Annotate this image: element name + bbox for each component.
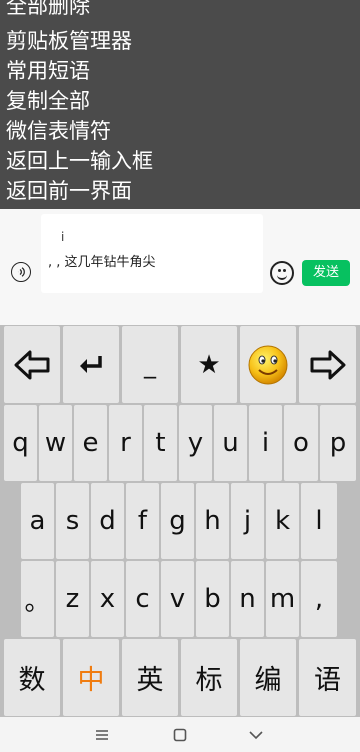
menu-icon[interactable] — [82, 717, 122, 752]
key-s[interactable]: s — [56, 483, 89, 559]
mode-key-punctuation[interactable]: 标 — [181, 639, 237, 716]
menu-item-clipboard-manager[interactable]: 剪贴板管理器 — [6, 26, 132, 56]
key-w[interactable]: w — [39, 405, 72, 481]
key-n[interactable]: n — [231, 561, 264, 637]
menu-item-return-previous-input[interactable]: 返回上一输入框 — [6, 146, 153, 176]
key-g[interactable]: g — [161, 483, 194, 559]
key-h[interactable]: h — [196, 483, 229, 559]
message-input[interactable]: i , , 这几年钻牛角尖 — [41, 214, 263, 293]
key-period[interactable]: 。 — [21, 561, 54, 637]
keyboard: _ ★ q w e r t y u i o p a s d f g h j k … — [0, 325, 360, 717]
key-e[interactable]: e — [74, 405, 107, 481]
menu-item-copy-all[interactable]: 复制全部 — [6, 86, 90, 116]
key-k[interactable]: k — [266, 483, 299, 559]
system-navigation-bar — [0, 717, 360, 752]
left-arrow-icon[interactable] — [4, 326, 60, 403]
input-text-line1: i — [61, 230, 65, 244]
enter-icon[interactable] — [63, 326, 119, 403]
mode-key-chinese[interactable]: 中 — [63, 639, 119, 716]
key-d[interactable]: d — [91, 483, 124, 559]
send-button[interactable]: 发送 — [302, 260, 350, 286]
key-p[interactable]: p — [320, 405, 356, 481]
key-x[interactable]: x — [91, 561, 124, 637]
key-j[interactable]: j — [231, 483, 264, 559]
underscore-key[interactable]: _ — [122, 326, 178, 403]
key-q[interactable]: q — [4, 405, 37, 481]
key-comma[interactable]: , — [301, 561, 337, 637]
back-icon[interactable] — [236, 717, 276, 752]
emoji-icon[interactable] — [270, 261, 294, 285]
key-l[interactable]: l — [301, 483, 337, 559]
right-arrow-icon[interactable] — [299, 326, 356, 403]
context-menu: 全部删除 剪贴板管理器 常用短语 复制全部 微信表情符 返回上一输入框 返回前一… — [0, 0, 360, 209]
key-o[interactable]: o — [284, 405, 318, 481]
menu-item-delete-all[interactable]: 全部删除 — [6, 0, 90, 21]
underscore-key-label: _ — [144, 350, 156, 379]
mode-key-edit[interactable]: 编 — [240, 639, 296, 716]
star-key-label: ★ — [197, 349, 221, 380]
key-m[interactable]: m — [266, 561, 299, 637]
key-t[interactable]: t — [144, 405, 177, 481]
mode-key-english[interactable]: 英 — [122, 639, 178, 716]
home-icon[interactable] — [160, 717, 200, 752]
key-i[interactable]: i — [249, 405, 282, 481]
menu-item-return-previous-screen[interactable]: 返回前一界面 — [6, 176, 132, 206]
key-y[interactable]: y — [179, 405, 212, 481]
menu-item-wechat-emoji[interactable]: 微信表情符 — [6, 116, 111, 146]
input-text-line2: , , 这几年钻牛角尖 — [48, 255, 156, 270]
voice-input-icon[interactable] — [11, 262, 31, 282]
key-a[interactable]: a — [21, 483, 54, 559]
key-v[interactable]: v — [161, 561, 194, 637]
mode-key-numbers[interactable]: 数 — [4, 639, 60, 716]
key-u[interactable]: u — [214, 405, 247, 481]
key-b[interactable]: b — [196, 561, 229, 637]
key-f[interactable]: f — [126, 483, 159, 559]
star-key[interactable]: ★ — [181, 326, 237, 403]
key-r[interactable]: r — [109, 405, 142, 481]
mode-key-voice[interactable]: 语 — [299, 639, 356, 716]
chat-input-bar: i , , 这几年钻牛角尖 发送 — [0, 209, 360, 325]
menu-item-common-phrases[interactable]: 常用短语 — [6, 56, 90, 86]
key-c[interactable]: c — [126, 561, 159, 637]
smiley-emoji-icon[interactable] — [240, 326, 296, 403]
key-z[interactable]: z — [56, 561, 89, 637]
